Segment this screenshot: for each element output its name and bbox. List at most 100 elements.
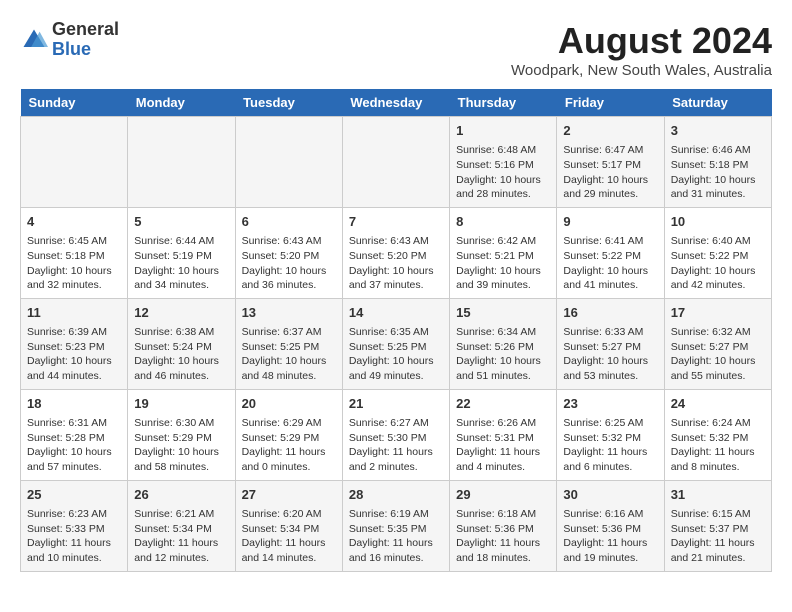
day-info: Daylight: 11 hours and 6 minutes. <box>563 445 657 474</box>
day-info: Daylight: 10 hours and 28 minutes. <box>456 173 550 202</box>
calendar-cell: 7Sunrise: 6:43 AMSunset: 5:20 PMDaylight… <box>342 207 449 298</box>
calendar-week-2: 4Sunrise: 6:45 AMSunset: 5:18 PMDaylight… <box>21 207 772 298</box>
logo-icon <box>20 26 48 54</box>
day-info: Sunset: 5:18 PM <box>27 249 121 264</box>
day-number: 9 <box>563 213 657 231</box>
calendar-header-row: SundayMondayTuesdayWednesdayThursdayFrid… <box>21 89 772 117</box>
day-info: Sunrise: 6:26 AM <box>456 416 550 431</box>
day-info: Sunrise: 6:24 AM <box>671 416 765 431</box>
day-info: Sunrise: 6:15 AM <box>671 507 765 522</box>
day-info: Sunset: 5:20 PM <box>242 249 336 264</box>
day-info: Sunset: 5:18 PM <box>671 158 765 173</box>
day-info: Sunset: 5:22 PM <box>563 249 657 264</box>
day-number: 1 <box>456 122 550 140</box>
calendar-week-4: 18Sunrise: 6:31 AMSunset: 5:28 PMDayligh… <box>21 389 772 480</box>
day-info: Sunrise: 6:35 AM <box>349 325 443 340</box>
day-info: Sunset: 5:25 PM <box>242 340 336 355</box>
day-number: 8 <box>456 213 550 231</box>
day-info: Sunrise: 6:43 AM <box>349 234 443 249</box>
calendar-cell: 6Sunrise: 6:43 AMSunset: 5:20 PMDaylight… <box>235 207 342 298</box>
day-info: Sunset: 5:37 PM <box>671 522 765 537</box>
day-info: Daylight: 11 hours and 0 minutes. <box>242 445 336 474</box>
day-info: Sunrise: 6:31 AM <box>27 416 121 431</box>
calendar-cell: 27 Sunrise: 6:20 AMSunset: 5:34 PMDayligh… <box>235 480 342 571</box>
day-info: Daylight: 10 hours and 31 minutes. <box>671 173 765 202</box>
calendar-cell: 24Sunrise: 6:24 AMSunset: 5:32 PMDayligh… <box>664 389 771 480</box>
day-info: Sunset: 5:32 PM <box>563 431 657 446</box>
day-number: 7 <box>349 213 443 231</box>
day-info: Daylight: 10 hours and 51 minutes. <box>456 354 550 383</box>
day-number: 27 <box>242 486 336 504</box>
day-number: 24 <box>671 395 765 413</box>
day-info: Daylight: 10 hours and 44 minutes. <box>27 354 121 383</box>
day-info: Sunset: 5:29 PM <box>242 431 336 446</box>
day-info: Sunrise: 6:44 AM <box>134 234 228 249</box>
day-info: Daylight: 10 hours and 39 minutes. <box>456 264 550 293</box>
day-info: Sunrise: 6:40 AM <box>671 234 765 249</box>
day-number: 20 <box>242 395 336 413</box>
calendar-cell: 12Sunrise: 6:38 AMSunset: 5:24 PMDayligh… <box>128 298 235 389</box>
day-info: Sunset: 5:21 PM <box>456 249 550 264</box>
calendar-cell: 3Sunrise: 6:46 AMSunset: 5:18 PMDaylight… <box>664 117 771 208</box>
calendar-cell: 21Sunrise: 6:27 AMSunset: 5:30 PMDayligh… <box>342 389 449 480</box>
day-info: Sunset: 5:26 PM <box>456 340 550 355</box>
day-number: 25 <box>27 486 121 504</box>
day-info: Sunrise: 6:19 AM <box>349 507 443 522</box>
day-info: Daylight: 10 hours and 53 minutes. <box>563 354 657 383</box>
day-number: 28 <box>349 486 443 504</box>
day-number: 26 <box>134 486 228 504</box>
day-info: Sunrise: 6:30 AM <box>134 416 228 431</box>
day-info: Daylight: 11 hours and 14 minutes. <box>242 536 336 565</box>
day-number: 22 <box>456 395 550 413</box>
day-info: Sunrise: 6:20 AM <box>242 507 336 522</box>
day-number: 6 <box>242 213 336 231</box>
day-info: Sunrise: 6:32 AM <box>671 325 765 340</box>
calendar-cell: 18Sunrise: 6:31 AMSunset: 5:28 PMDayligh… <box>21 389 128 480</box>
day-number: 16 <box>563 304 657 322</box>
column-header-saturday: Saturday <box>664 89 771 117</box>
day-info: Daylight: 10 hours and 41 minutes. <box>563 264 657 293</box>
day-info: Sunset: 5:27 PM <box>563 340 657 355</box>
day-info: Sunset: 5:25 PM <box>349 340 443 355</box>
calendar-cell: 4Sunrise: 6:45 AMSunset: 5:18 PMDaylight… <box>21 207 128 298</box>
calendar-cell: 8Sunrise: 6:42 AMSunset: 5:21 PMDaylight… <box>450 207 557 298</box>
calendar-cell: 16Sunrise: 6:33 AMSunset: 5:27 PMDayligh… <box>557 298 664 389</box>
day-info: Sunrise: 6:38 AM <box>134 325 228 340</box>
calendar-cell: 10Sunrise: 6:40 AMSunset: 5:22 PMDayligh… <box>664 207 771 298</box>
day-number: 15 <box>456 304 550 322</box>
day-number: 13 <box>242 304 336 322</box>
day-number: 3 <box>671 122 765 140</box>
calendar-cell <box>235 117 342 208</box>
day-info: Daylight: 11 hours and 18 minutes. <box>456 536 550 565</box>
day-info: Sunrise: 6:37 AM <box>242 325 336 340</box>
column-header-friday: Friday <box>557 89 664 117</box>
calendar-cell: 14Sunrise: 6:35 AMSunset: 5:25 PMDayligh… <box>342 298 449 389</box>
day-info: Sunrise: 6:21 AM <box>134 507 228 522</box>
day-info: Sunrise: 6:34 AM <box>456 325 550 340</box>
column-header-wednesday: Wednesday <box>342 89 449 117</box>
day-info: Sunset: 5:35 PM <box>349 522 443 537</box>
day-info: Sunrise: 6:39 AM <box>27 325 121 340</box>
day-info: Sunset: 5:33 PM <box>27 522 121 537</box>
column-header-sunday: Sunday <box>21 89 128 117</box>
calendar-week-5: 25Sunrise: 6:23 AMSunset: 5:33 PMDayligh… <box>21 480 772 571</box>
column-header-thursday: Thursday <box>450 89 557 117</box>
day-info: Sunset: 5:34 PM <box>134 522 228 537</box>
calendar-cell: 19Sunrise: 6:30 AMSunset: 5:29 PMDayligh… <box>128 389 235 480</box>
logo-general: General <box>52 20 119 40</box>
day-number: 10 <box>671 213 765 231</box>
day-info: Sunset: 5:17 PM <box>563 158 657 173</box>
day-info: Sunset: 5:24 PM <box>134 340 228 355</box>
day-info: Daylight: 10 hours and 48 minutes. <box>242 354 336 383</box>
day-info: Sunset: 5:20 PM <box>349 249 443 264</box>
day-info: Sunrise: 6:29 AM <box>242 416 336 431</box>
calendar-cell: 28Sunrise: 6:19 AMSunset: 5:35 PMDayligh… <box>342 480 449 571</box>
day-info: Daylight: 11 hours and 8 minutes. <box>671 445 765 474</box>
day-info: Sunrise: 6:41 AM <box>563 234 657 249</box>
day-info: Sunrise: 6:45 AM <box>27 234 121 249</box>
day-info: Sunset: 5:34 PM <box>242 522 336 537</box>
calendar-cell: 31Sunrise: 6:15 AMSunset: 5:37 PMDayligh… <box>664 480 771 571</box>
day-info: Daylight: 10 hours and 42 minutes. <box>671 264 765 293</box>
day-info: Daylight: 10 hours and 32 minutes. <box>27 264 121 293</box>
calendar-cell: 17Sunrise: 6:32 AMSunset: 5:27 PMDayligh… <box>664 298 771 389</box>
